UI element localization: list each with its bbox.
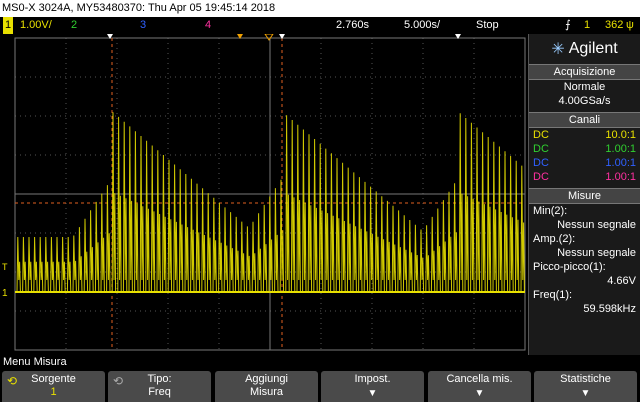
channel-2-number[interactable]: 2 <box>71 17 77 34</box>
arrow-down-icon: ▼ <box>474 388 485 399</box>
measurement-label: Amp.(2): <box>533 233 576 245</box>
time-scale[interactable]: 5.000s/ <box>404 17 440 34</box>
agilent-spark-icon: ✳ <box>551 41 565 58</box>
clear-measurement-softkey[interactable]: Cancella mis. ▼ <box>428 371 531 402</box>
channel-coupling: DC <box>533 129 549 141</box>
softkey-value: 1 <box>50 386 57 398</box>
channel-row: DC 1.00:1 <box>529 142 640 156</box>
measurements-header: Misure <box>529 188 640 204</box>
side-panel: ✳ Agilent Acquisizione Normale 4.00GSa/s… <box>528 34 640 355</box>
softkey-label: Cancella mis. <box>446 373 513 385</box>
measurement-value: Nessun segnale <box>557 247 636 259</box>
arrow-down-icon: ▼ <box>367 388 378 399</box>
channel-row: DC 1.00:1 <box>529 170 640 184</box>
channels-header: Canali <box>529 112 640 128</box>
add-measurement-softkey[interactable]: Aggiungi Misura <box>215 371 318 402</box>
softkey-label: Sorgente <box>31 373 76 385</box>
softkey-value: Freq <box>148 386 171 398</box>
acquisition-header: Acquisizione <box>529 64 640 80</box>
window-title: MS0-X 3024A, MY53480370: Thu Apr 05 19:4… <box>0 0 640 17</box>
source-softkey[interactable]: ⟲ Sorgente 1 <box>2 371 105 402</box>
channel-probe-ratio: 1.00:1 <box>605 157 636 169</box>
rotate-knob-icon: ⟲ <box>113 374 124 388</box>
type-softkey[interactable]: ⟲ Tipo: Freq <box>108 371 211 402</box>
time-delay[interactable]: 2.760s <box>336 17 369 34</box>
settings-softkey[interactable]: Impost. ▼ <box>321 371 424 402</box>
measurement-label: Picco-picco(1): <box>533 261 606 273</box>
trigger-channel: 1 <box>584 19 591 31</box>
channel-probe-ratio: 10.0:1 <box>605 129 636 141</box>
channel-coupling: DC <box>533 171 549 183</box>
acquisition-rate: 4.00GSa/s <box>558 95 611 107</box>
trigger-unit: ψ <box>626 19 634 31</box>
channel-list: DC 10.0:1 DC 1.00:1 DC 1.00:1 DC 1.00:1 <box>529 128 640 184</box>
trigger-level-marker: T <box>2 262 8 272</box>
trigger-level[interactable]: 362 <box>605 17 623 34</box>
status-bar: 1 1.00V/ 2 3 4 2.760s 5.000s/ Stop ⨍ 1 3… <box>0 17 640 34</box>
trigger-edge-icon: ⨍ <box>565 19 571 31</box>
channel-1-waveform <box>16 112 525 293</box>
measurement-label: Min(2): <box>533 205 568 217</box>
run-state[interactable]: Stop <box>476 17 499 34</box>
arrow-down-icon: ▼ <box>580 388 591 399</box>
measurement-value: 59.598kHz <box>583 303 636 315</box>
waveform-svg: 1T <box>2 33 526 351</box>
channel-1-ground-marker: 1 <box>2 288 8 299</box>
channel-probe-ratio: 1.00:1 <box>605 143 636 155</box>
softkey-label: Statistiche <box>560 373 611 385</box>
rotate-knob-icon: ⟲ <box>7 374 18 388</box>
logo-text: Agilent <box>568 40 618 57</box>
delay-marker <box>264 33 274 41</box>
softkey-label: Impost. <box>354 373 391 385</box>
softkey-label: Tipo: <box>147 373 172 385</box>
statistics-softkey[interactable]: Statistiche ▼ <box>534 371 637 402</box>
measurement-value: Nessun segnale <box>557 219 636 231</box>
measurement-value: 4.66V <box>607 275 636 287</box>
measurement-list: Min(2): Nessun segnale Amp.(2): Nessun segn… <box>529 204 640 316</box>
logo: ✳ Agilent <box>529 34 640 64</box>
channel-4-number[interactable]: 4 <box>205 17 211 34</box>
menu-title: Menu Misura <box>0 355 640 369</box>
softkey-label: Aggiungi <box>245 373 288 385</box>
channel-coupling: DC <box>533 143 549 155</box>
softkey-value: Misura <box>249 386 283 398</box>
channel-3-number[interactable]: 3 <box>140 17 146 34</box>
softkey-bar: ⟲ Sorgente 1 ⟲ Tipo: Freq Aggiungi Misur… <box>0 369 640 402</box>
channel-1-scale[interactable]: 1.00V/ <box>20 17 52 34</box>
channel-row: DC 1.00:1 <box>529 156 640 170</box>
measurement-label: Freq(1): <box>533 289 573 301</box>
channel-probe-ratio: 1.00:1 <box>605 171 636 183</box>
acquisition-mode: Normale <box>563 81 606 93</box>
channel-row: DC 10.0:1 <box>529 128 640 142</box>
waveform-display[interactable]: 1T <box>0 33 528 355</box>
channel-1-number[interactable]: 1 <box>3 17 14 34</box>
channel-coupling: DC <box>533 157 549 169</box>
